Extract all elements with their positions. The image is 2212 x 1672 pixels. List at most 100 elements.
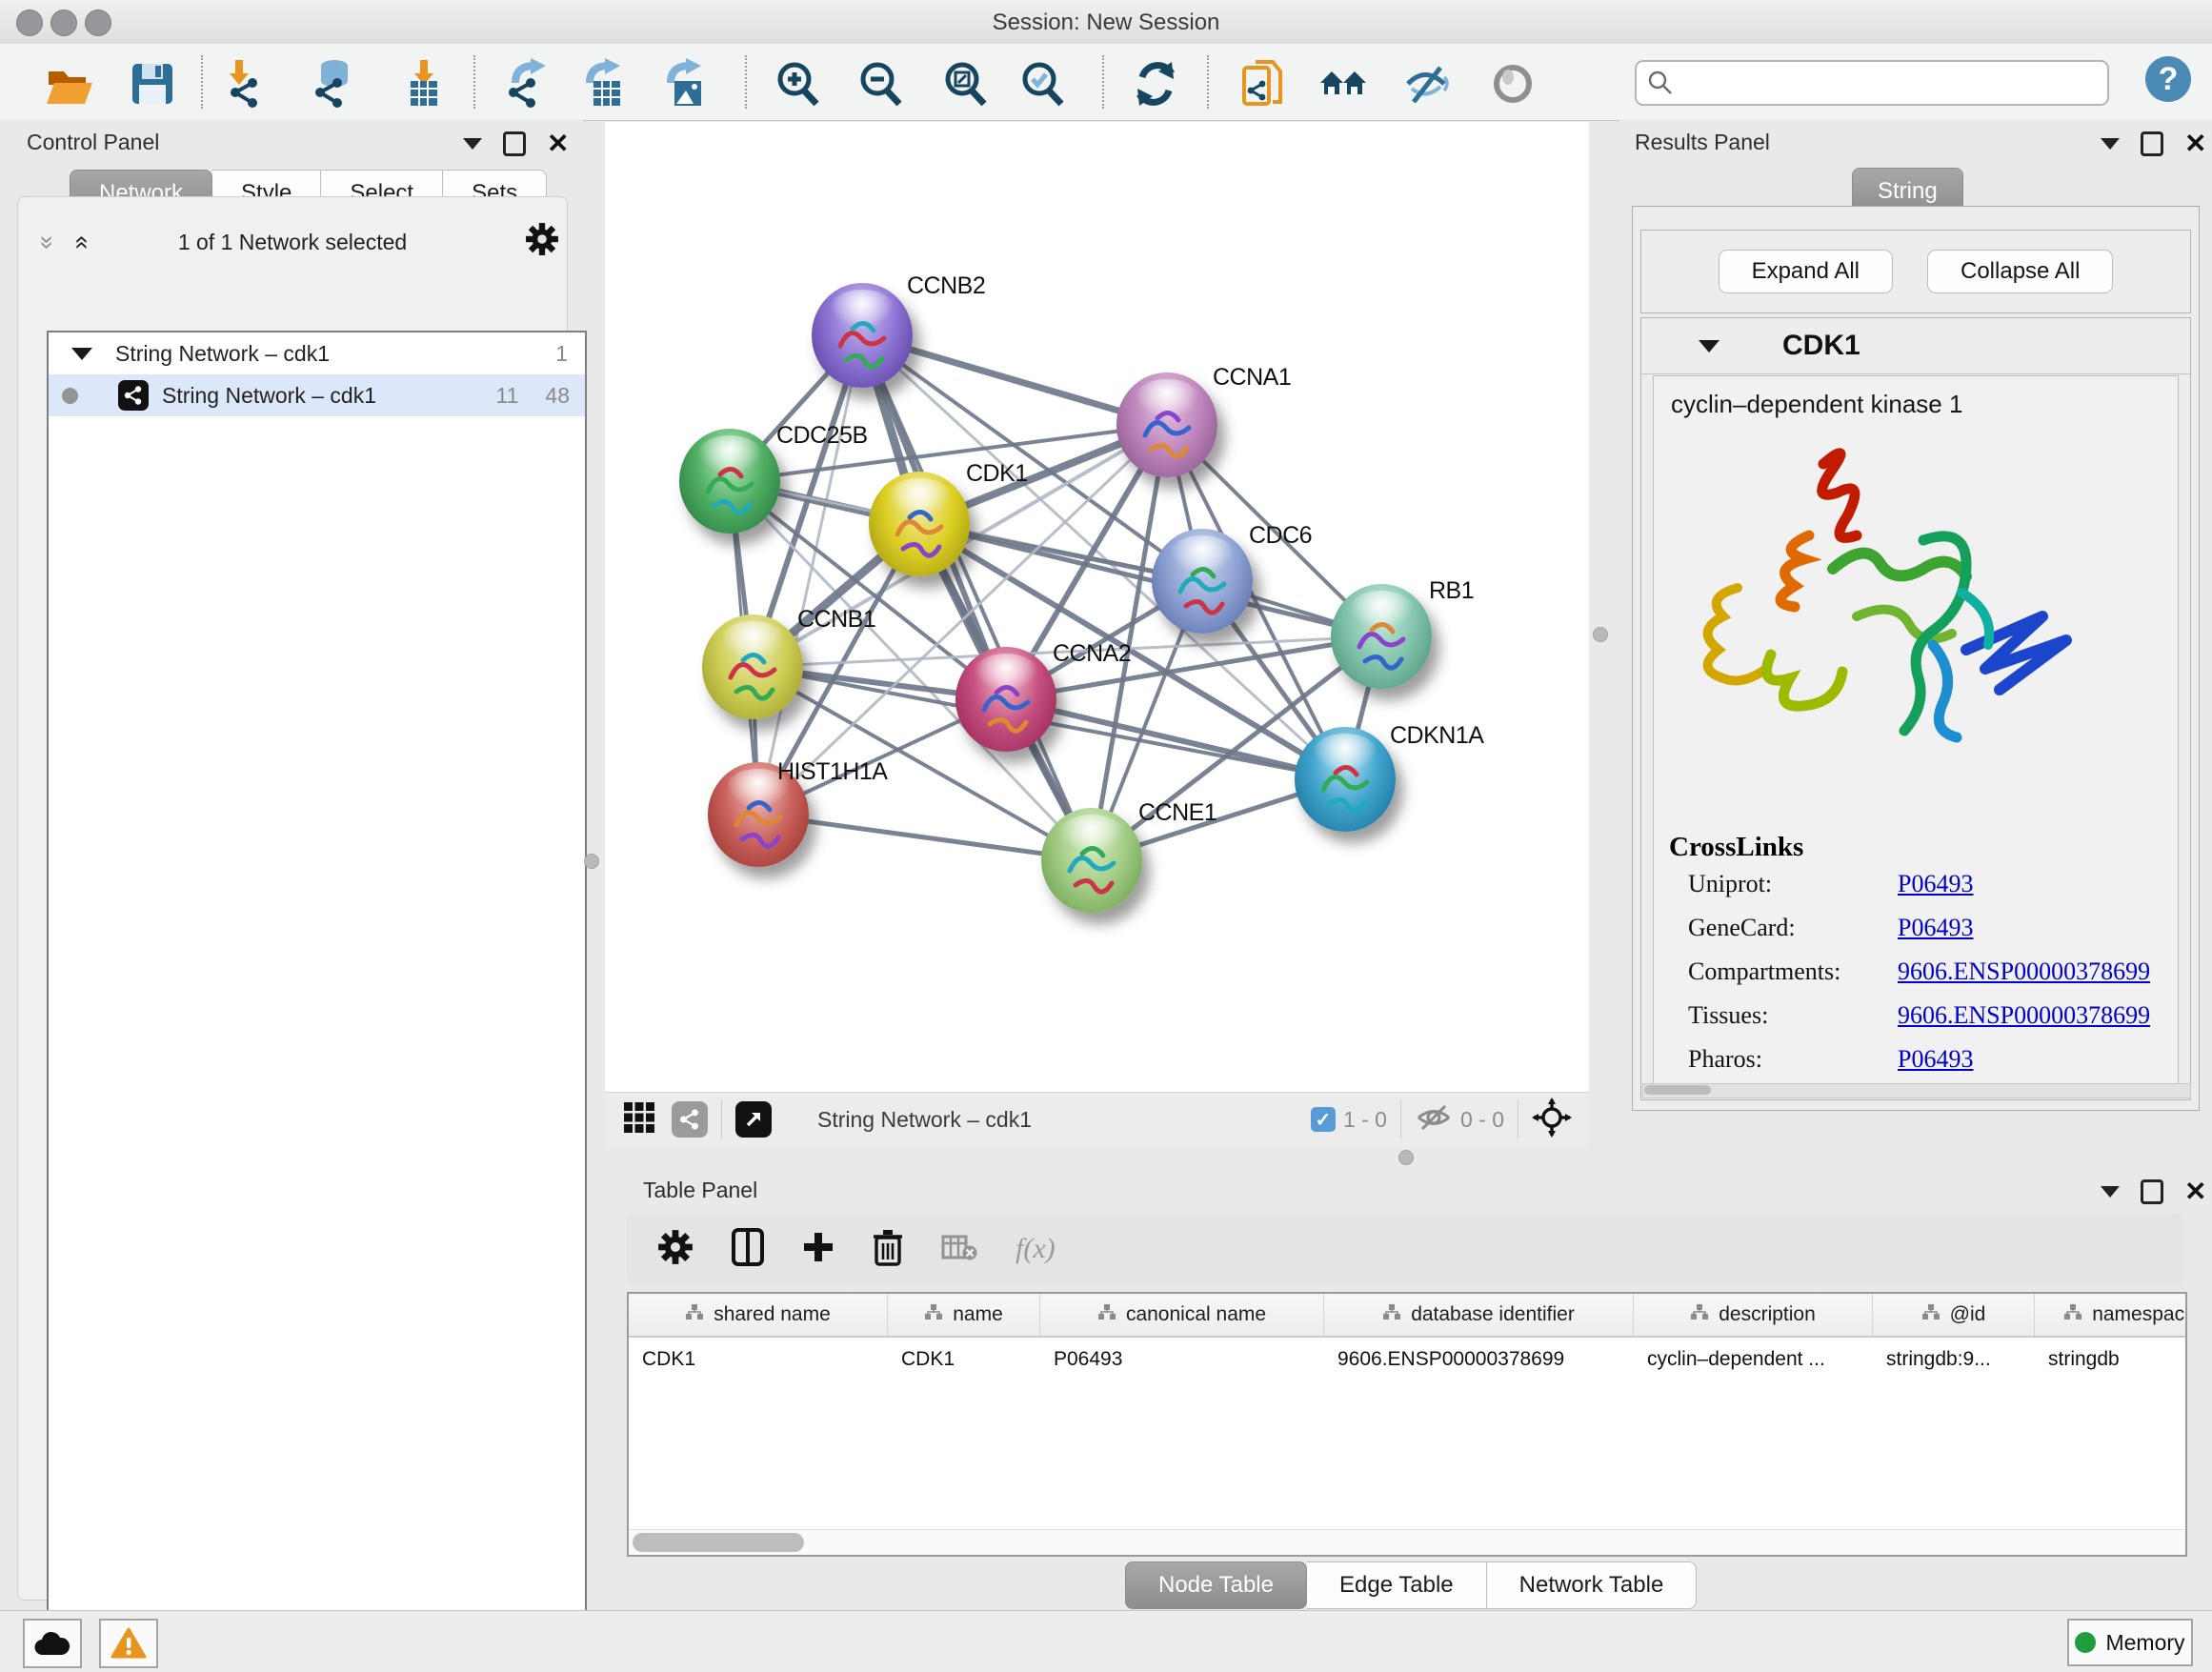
selected-checkbox-icon[interactable]: ✓	[1311, 1107, 1336, 1132]
column-header-namespace[interactable]: namespace	[2035, 1294, 2187, 1336]
panel-float-icon[interactable]	[463, 138, 482, 150]
import-table-icon[interactable]	[392, 57, 446, 111]
hide-selected-icon[interactable]	[1399, 57, 1453, 111]
node-label-CDC25B: CDC25B	[776, 422, 868, 450]
network-node-CCNA2[interactable]	[955, 647, 1056, 752]
delete-table-icon	[941, 1233, 977, 1266]
string-home-icon[interactable]	[1317, 57, 1370, 111]
crosslink-link[interactable]: P06493	[1898, 1045, 1973, 1074]
panel-maximize-icon[interactable]	[2141, 1179, 2163, 1204]
column-type-icon	[1690, 1303, 1709, 1326]
protein-structure-thumbnail	[1312, 752, 1378, 823]
save-session-icon[interactable]	[126, 57, 179, 111]
network-options-gear-icon[interactable]	[525, 222, 559, 261]
network-node-CDKN1A[interactable]	[1295, 727, 1396, 832]
network-node-CDC6[interactable]	[1152, 529, 1253, 634]
show-columns-icon[interactable]	[732, 1228, 764, 1271]
bottom-splitter-handle[interactable]	[1398, 1150, 1414, 1165]
network-node-CDK1[interactable]	[869, 472, 970, 576]
protein-structure-thumbnail	[725, 787, 792, 858]
refresh-icon[interactable]	[1129, 57, 1182, 111]
crosslink-link[interactable]: P06493	[1898, 914, 1973, 942]
zoom-out-icon[interactable]	[854, 57, 907, 111]
panel-float-icon[interactable]	[2101, 1186, 2120, 1198]
column-header-canonical-name[interactable]: canonical name	[1040, 1294, 1324, 1336]
export-network-icon[interactable]	[501, 57, 554, 111]
table-options-gear-icon[interactable]	[657, 1229, 694, 1270]
create-column-plus-icon[interactable]	[802, 1231, 835, 1268]
export-table-icon[interactable]	[575, 57, 629, 111]
panel-float-icon[interactable]	[2101, 138, 2120, 150]
column-header-name[interactable]: name	[888, 1294, 1040, 1336]
panel-maximize-icon[interactable]	[2141, 131, 2163, 156]
tab-network-table[interactable]: Network Table	[1487, 1561, 1698, 1609]
share-document-icon[interactable]	[1236, 57, 1289, 111]
table-horizontal-scrollbar[interactable]	[629, 1529, 2185, 1555]
scrollbar-thumb[interactable]	[633, 1533, 804, 1552]
collection-collapse-icon[interactable]	[71, 348, 92, 360]
column-header-database-identifier[interactable]: database identifier	[1324, 1294, 1634, 1336]
open-in-new-window-icon[interactable]	[735, 1101, 772, 1138]
panel-close-icon[interactable]: ✕	[2184, 134, 2206, 153]
panel-close-icon[interactable]: ✕	[547, 134, 569, 153]
node-table[interactable]: shared name name canonical name database…	[627, 1292, 2187, 1557]
network-label: String Network – cdk1	[162, 383, 376, 409]
right-splitter-handle[interactable]	[1593, 627, 1608, 642]
help-button[interactable]: ?	[2145, 56, 2191, 102]
birds-eye-view-icon[interactable]	[622, 1100, 656, 1139]
zoom-in-icon[interactable]	[771, 57, 824, 111]
results-panel-title: Results Panel	[1635, 130, 1770, 155]
warning-icon	[111, 1627, 147, 1660]
column-label: namespace	[2092, 1303, 2187, 1326]
delete-column-trash-icon[interactable]	[873, 1228, 903, 1271]
protein-structure-thumbnail	[973, 672, 1039, 743]
column-type-icon	[2063, 1303, 2082, 1326]
column-header--id[interactable]: @id	[1873, 1294, 2035, 1336]
export-image-icon[interactable]	[656, 57, 710, 111]
import-network-from-database-icon[interactable]	[308, 57, 361, 111]
results-horizontal-scrollbar[interactable]	[1642, 1083, 2191, 1098]
scrollbar-thumb[interactable]	[1644, 1085, 1711, 1095]
network-node-CDC25B[interactable]	[679, 429, 780, 534]
left-splitter-handle[interactable]	[584, 854, 599, 869]
crosslink-link[interactable]: 9606.ENSP00000378699	[1898, 1001, 2150, 1030]
crosslink-link[interactable]: P06493	[1898, 870, 1973, 898]
panel-close-icon[interactable]: ✕	[2184, 1182, 2206, 1201]
import-network-icon[interactable]	[223, 57, 276, 111]
tab-edge-table[interactable]: Edge Table	[1307, 1561, 1487, 1609]
network-overview-icon[interactable]	[672, 1101, 708, 1138]
fit-content-crosshair-icon[interactable]	[1532, 1098, 1572, 1142]
network-node-RB1[interactable]	[1331, 584, 1432, 689]
hidden-eye-slash-icon[interactable]	[1415, 1103, 1453, 1137]
expand-all-button[interactable]: Expand All	[1719, 250, 1893, 293]
network-collection-row[interactable]: String Network – cdk1 1	[49, 332, 585, 374]
toolbar-search-box[interactable]	[1635, 60, 2109, 106]
network-row-selected[interactable]: String Network – cdk1 11 48	[49, 374, 585, 416]
zoom-fit-icon[interactable]	[938, 57, 992, 111]
network-view-canvas[interactable]: CCNB2 CCNA1 CDC25B CDK1 CDC6 RB1 CCNB1 C…	[605, 122, 1589, 1092]
network-node-CCNB1[interactable]	[702, 614, 803, 719]
search-input[interactable]	[1675, 70, 2107, 96]
section-collapse-icon[interactable]	[1699, 340, 1719, 353]
table-row[interactable]: CDK1CDK1P064939606.ENSP00000378699cyclin…	[629, 1338, 2185, 1381]
protein-structure-thumbnail	[696, 453, 763, 525]
collapse-all-button[interactable]: Collapse All	[1927, 250, 2113, 293]
open-session-icon[interactable]	[42, 57, 95, 111]
memory-button[interactable]: Memory	[2067, 1619, 2193, 1666]
network-node-CCNA1[interactable]	[1116, 373, 1217, 477]
protein-structure-thumbnail	[1134, 397, 1200, 469]
panel-maximize-icon[interactable]	[503, 131, 526, 156]
toolbar-separator	[1102, 55, 1104, 109]
gene-section-header[interactable]: CDK1	[1641, 318, 2190, 374]
toolbar-separator	[201, 55, 203, 109]
network-node-CCNE1[interactable]	[1041, 808, 1142, 913]
column-header-shared-name[interactable]: shared name	[629, 1294, 888, 1336]
show-all-icon[interactable]	[1486, 57, 1539, 111]
zoom-selected-icon[interactable]	[1016, 57, 1069, 111]
column-header-description[interactable]: description	[1634, 1294, 1873, 1336]
tab-node-table[interactable]: Node Table	[1125, 1561, 1307, 1609]
warnings-button[interactable]	[99, 1619, 158, 1668]
network-node-CCNB2[interactable]	[812, 283, 913, 388]
cloud-status-button[interactable]	[23, 1619, 82, 1668]
crosslink-link[interactable]: 9606.ENSP00000378699	[1898, 957, 2150, 986]
